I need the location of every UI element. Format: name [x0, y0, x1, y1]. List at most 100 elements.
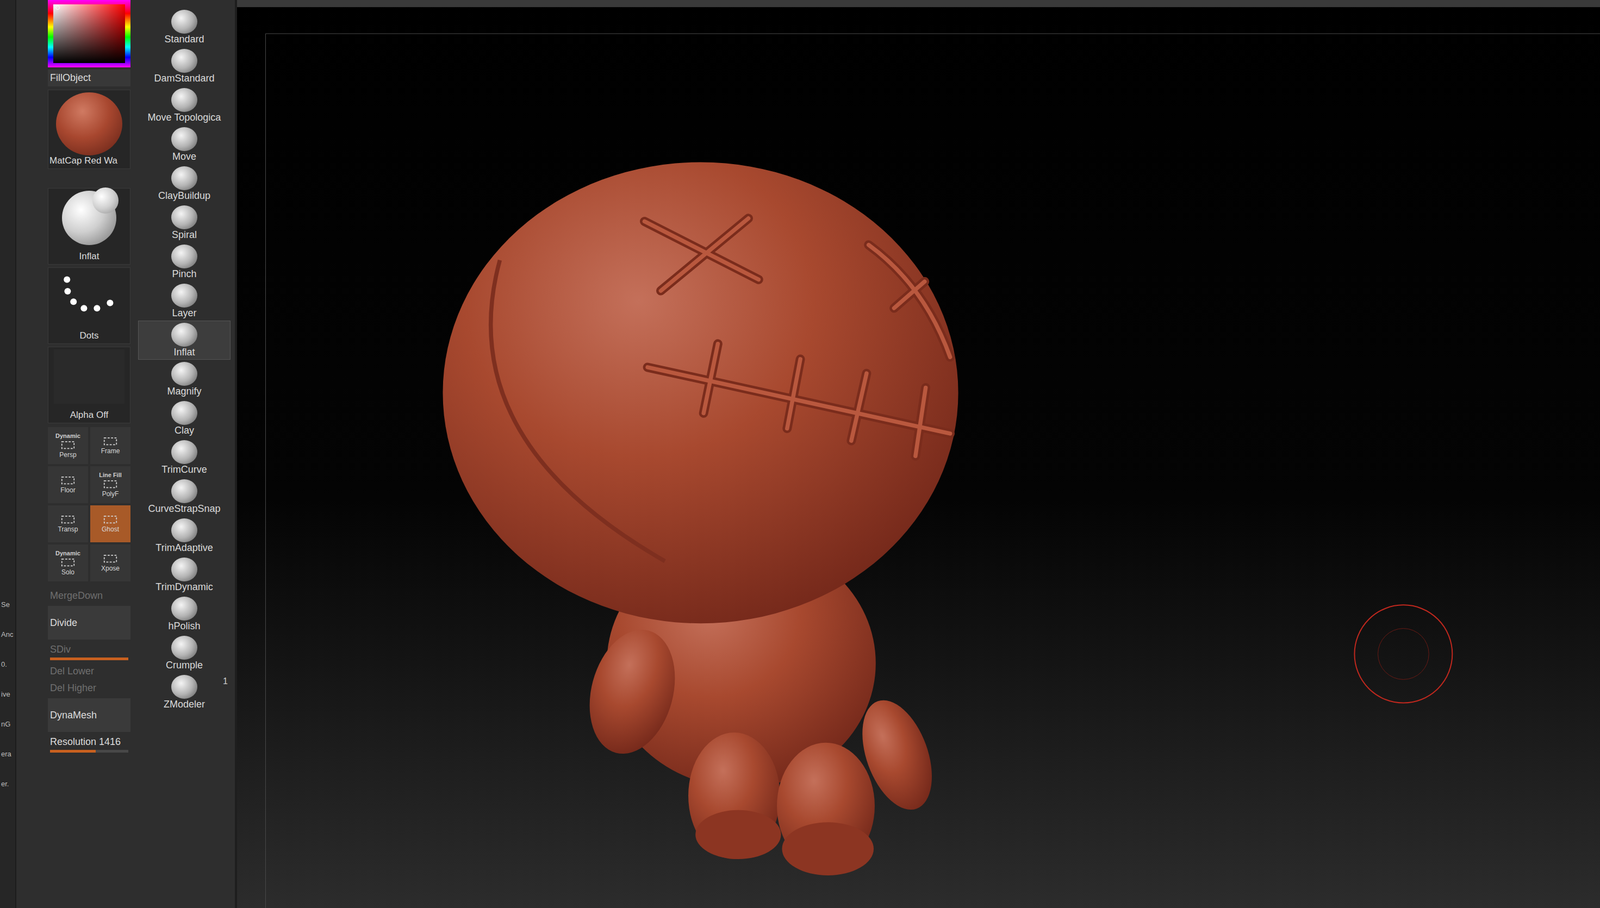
material-sphere-icon — [55, 92, 123, 156]
brush-button[interactable]: Pinch — [138, 242, 231, 282]
slider-track[interactable] — [50, 750, 129, 753]
geometry-control[interactable]: Divide — [47, 606, 131, 640]
edge-label[interactable]: Anc — [0, 630, 16, 639]
alpha-label: Alpha Off — [70, 409, 109, 421]
brush-button[interactable]: Layer — [138, 281, 231, 321]
view-toggle[interactable]: DynamicPersp — [47, 427, 89, 465]
alpha-preview — [53, 349, 125, 404]
tool-column: FillObject MatCap Red Wa Inflat Dots Alpha O… — [47, 0, 131, 908]
toggle-label: Transp — [58, 525, 79, 534]
brush-sphere-icon — [171, 675, 198, 700]
brush-sphere-icon — [171, 557, 198, 582]
view-toggle[interactable]: DynamicSolo — [47, 544, 89, 582]
fill-object-button[interactable]: FillObject — [47, 69, 131, 87]
brush-button[interactable]: TrimDynamic — [138, 555, 231, 595]
toggle-label: PolyF — [102, 490, 120, 498]
brush-button[interactable]: TrimAdaptive — [138, 516, 231, 556]
edge-label[interactable]: ive — [0, 690, 16, 699]
brush-label: Inflat — [79, 251, 100, 263]
geometry-control[interactable]: DynaMesh — [47, 698, 131, 733]
edge-label[interactable]: 0. — [0, 660, 16, 669]
brush-label: Spiral — [171, 229, 197, 241]
brush-button[interactable]: ClayBuildup — [138, 164, 231, 204]
left-shelf: FillObject MatCap Red Wa Inflat Dots Alpha O… — [16, 0, 235, 908]
brush-label: Layer — [171, 307, 197, 320]
slider-fill — [50, 657, 129, 661]
color-picker[interactable] — [47, 0, 131, 68]
brush-button[interactable]: Move Topologica — [138, 85, 231, 126]
brush-sphere-icon — [171, 127, 198, 152]
material-tile[interactable]: MatCap Red Wa — [47, 89, 131, 170]
toggle-label: Solo — [61, 568, 75, 577]
brush-button[interactable]: ZModeler1 — [138, 673, 231, 713]
view-toggle[interactable]: Floor — [47, 466, 89, 504]
head-seam — [490, 260, 665, 562]
edge-label[interactable]: era — [0, 750, 16, 759]
brush-sphere-icon — [171, 9, 198, 34]
geometry-control[interactable]: MergeDown — [47, 589, 131, 603]
geometry-control[interactable]: Del Lower — [47, 664, 131, 679]
geometry-control[interactable]: SDiv — [47, 643, 131, 662]
edge-label[interactable]: Se — [0, 600, 16, 609]
toggle-grid: DynamicPerspFrame Floor Line Fill PolyF Tran… — [47, 427, 131, 582]
brush-sphere-icon — [171, 362, 198, 387]
geometry-control[interactable]: Resolution 1416 — [47, 735, 131, 755]
edge-label[interactable]: er. — [0, 780, 16, 789]
geometry-control[interactable]: Del Higher — [47, 681, 131, 696]
brush-tile[interactable]: Inflat — [47, 188, 131, 265]
stroke-tile[interactable]: Dots — [47, 267, 131, 345]
brush-label: Crumple — [165, 660, 203, 672]
stitches — [644, 218, 950, 457]
toggle-label: Persp — [59, 451, 77, 459]
view-toggle[interactable]: Frame — [90, 427, 131, 465]
document-frame — [265, 33, 1600, 908]
toggle-label: Ghost — [101, 525, 120, 534]
bump-icon — [92, 187, 119, 214]
toggle-caption: Line Fill — [98, 471, 122, 479]
canvas-top-bar — [237, 0, 1600, 8]
brush-button[interactable]: TrimCurve — [138, 438, 231, 478]
geometry-label: MergeDown — [50, 590, 129, 602]
brush-button[interactable]: Move — [138, 125, 231, 165]
brush-button[interactable]: Clay — [138, 399, 231, 439]
brush-button[interactable]: Magnify — [138, 359, 231, 400]
right-foot — [781, 822, 874, 876]
view-toggle[interactable]: Ghost — [90, 505, 131, 543]
dots-stroke-icon — [56, 270, 122, 320]
brush-label: Standard — [164, 33, 204, 46]
toggle-icon — [102, 479, 119, 490]
brush-sphere-icon — [171, 244, 198, 269]
color-marker-icon — [55, 5, 60, 10]
view-toggle[interactable]: Xpose — [90, 544, 131, 582]
brush-label: Move Topologica — [147, 111, 222, 124]
inflate-brush-icon — [61, 190, 117, 246]
stroke-label: Dots — [79, 330, 99, 342]
brush-button[interactable]: hPolish — [138, 594, 231, 634]
brush-button[interactable]: Standard — [138, 7, 231, 47]
brush-label: Magnify — [166, 386, 202, 398]
edge-label[interactable]: nG — [0, 720, 16, 729]
toggle-icon — [59, 557, 77, 568]
brush-sphere-icon — [171, 636, 198, 661]
brush-button[interactable]: Crumple — [138, 633, 231, 674]
toggle-label: Xpose — [101, 564, 120, 573]
brush-sphere-icon — [171, 401, 198, 426]
brush-button[interactable]: DamStandard — [138, 46, 231, 86]
brush-button[interactable]: Inflat — [138, 320, 231, 360]
geometry-label: DynaMesh — [50, 710, 129, 722]
slider-track[interactable] — [50, 657, 129, 661]
brush-button[interactable]: CurveStrapSnap — [138, 477, 231, 517]
brush-label: Move — [172, 151, 197, 163]
brush-button[interactable]: Spiral — [138, 203, 231, 243]
alpha-tile[interactable]: Alpha Off — [47, 346, 131, 424]
viewport[interactable] — [237, 0, 1600, 908]
doll-model[interactable] — [442, 162, 958, 876]
toggle-label: Floor — [60, 486, 76, 495]
brush-sphere-icon — [171, 48, 198, 73]
brush-label: TrimAdaptive — [155, 542, 213, 554]
view-toggle[interactable]: Transp — [47, 505, 89, 543]
zbrush-window: Se Anc 0. ive nG era er. FillObject MatCap Red W… — [0, 0, 1600, 908]
document-canvas[interactable] — [234, 0, 1600, 908]
view-toggle[interactable]: Line Fill PolyF — [90, 466, 131, 504]
color-square[interactable] — [53, 4, 126, 64]
